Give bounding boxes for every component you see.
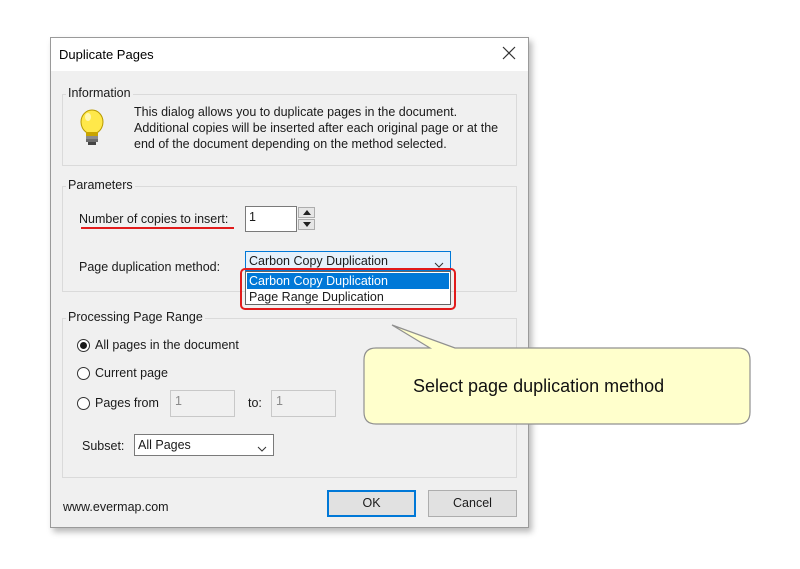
callout-text: Select page duplication method <box>413 376 665 396</box>
callout-balloon <box>363 324 751 425</box>
